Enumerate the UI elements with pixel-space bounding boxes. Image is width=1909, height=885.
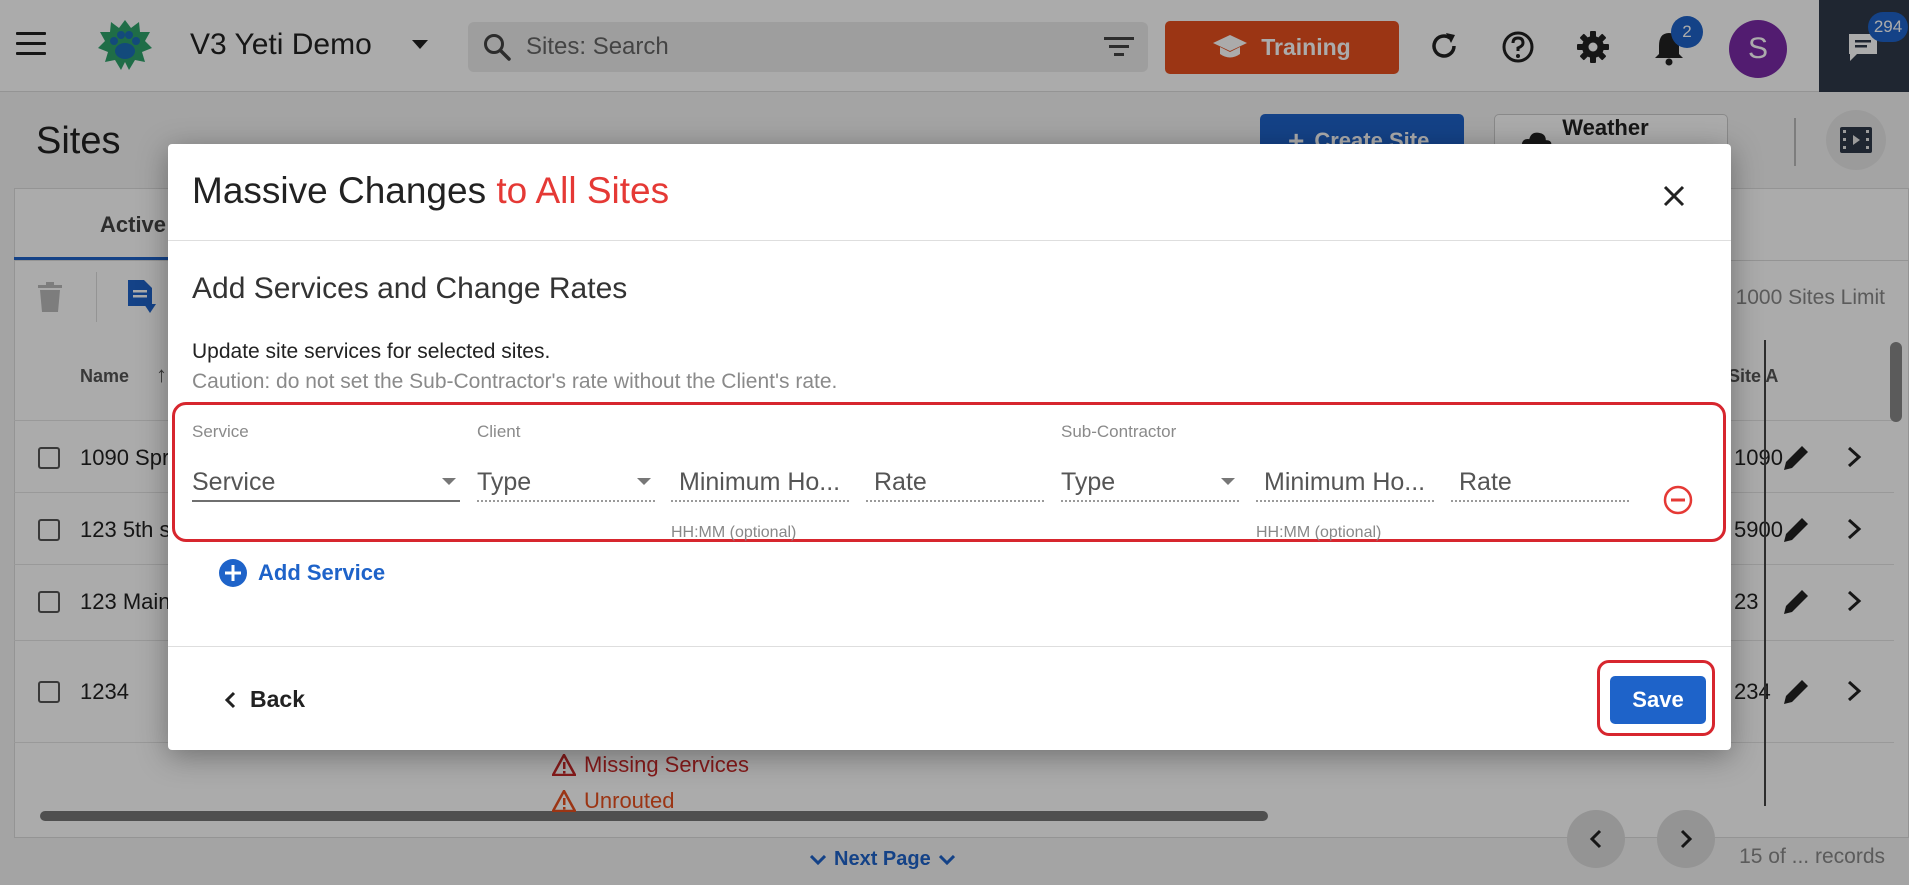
description: Update site services for selected sites. [192, 340, 551, 363]
dropdown-caret-icon [442, 478, 456, 485]
dropdown-caret-icon [637, 478, 651, 485]
sub-type-select[interactable]: Type [1061, 462, 1239, 502]
divider [168, 646, 1731, 647]
add-service-label: Add Service [258, 560, 386, 585]
dialog-title: Massive Changes to All Sites [192, 170, 670, 211]
save-button[interactable]: Save [1610, 676, 1706, 724]
chevron-left-icon [224, 691, 236, 708]
dialog-title-accent: to All Sites [496, 170, 670, 211]
back-button[interactable]: Back [224, 686, 305, 713]
sub-min-hours-input[interactable]: Minimum Ho... [1256, 462, 1434, 502]
divider [168, 240, 1731, 241]
service-select[interactable]: Service [192, 462, 460, 502]
client-min-hours-input[interactable]: Minimum Ho... [671, 462, 849, 502]
subcontractor-label: Sub-Contractor [1061, 422, 1177, 441]
client-label: Client [477, 422, 521, 441]
back-label: Back [250, 686, 305, 712]
client-hours-hint: HH:MM (optional) [671, 524, 797, 541]
sub-rate-input[interactable]: Rate [1451, 462, 1629, 502]
remove-service-icon[interactable] [1662, 484, 1694, 516]
close-icon [1663, 185, 1685, 207]
client-type-select[interactable]: Type [477, 462, 655, 502]
plus-circle-icon [219, 559, 247, 587]
service-label: Service [192, 422, 249, 441]
massive-changes-dialog: Massive Changes to All Sites Add Service… [168, 144, 1731, 750]
section-title: Add Services and Change Rates [192, 272, 628, 305]
caution-text: Caution: do not set the Sub-Contractor's… [192, 370, 838, 393]
dropdown-caret-icon [1221, 478, 1235, 485]
client-rate-input[interactable]: Rate [866, 462, 1044, 502]
add-service-button[interactable]: Add Service [218, 558, 385, 588]
close-button[interactable] [1658, 180, 1690, 212]
sub-hours-hint: HH:MM (optional) [1256, 524, 1382, 541]
